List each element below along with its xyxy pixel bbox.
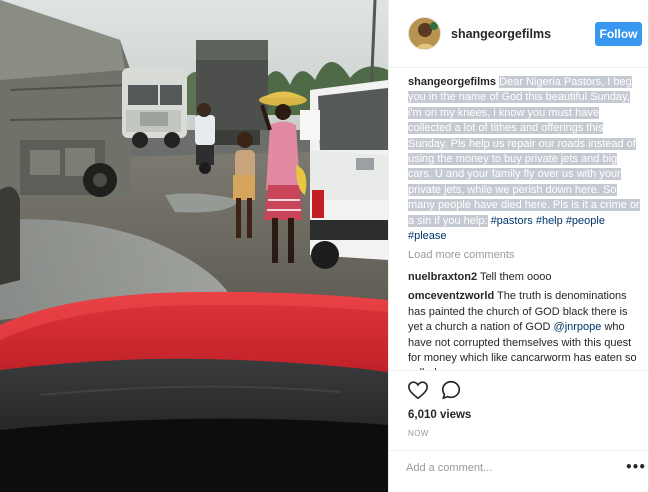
add-comment-section: ••• xyxy=(389,450,649,484)
comment: omceventzworld The truth is denomination… xyxy=(408,289,640,370)
post-header: shangeorgefilms Follow xyxy=(389,0,649,68)
mention-link[interactable]: @jnrpope xyxy=(554,321,602,333)
post-timestamp[interactable]: NOW xyxy=(408,429,429,438)
hashtag-please[interactable]: #please xyxy=(408,230,447,242)
ellipsis-icon: ••• xyxy=(625,460,646,474)
hashtag-pastors[interactable]: #pastors xyxy=(491,215,533,227)
comment: nuelbraxton2 Tell them oooo xyxy=(408,270,640,285)
like-button[interactable] xyxy=(406,379,430,403)
post-side-panel: shangeorgefilms Follow shangeorgefilms D… xyxy=(388,0,649,492)
heart-icon xyxy=(408,381,428,400)
more-options-button[interactable]: ••• xyxy=(625,459,646,475)
post-photo[interactable] xyxy=(0,0,388,492)
comment-input[interactable] xyxy=(406,459,606,477)
comment-username[interactable]: nuelbraxton2 xyxy=(408,271,477,283)
comment-username[interactable]: omceventzworld xyxy=(408,290,494,302)
caption-username[interactable]: shangeorgefilms xyxy=(408,76,496,88)
road-scene-image xyxy=(0,0,388,492)
caption-text: Dear Nigeria Pastors, I beg you in the n… xyxy=(408,76,640,227)
comment-text: Tell them oooo xyxy=(479,270,552,283)
post-caption: shangeorgefilms Dear Nigeria Pastors, I … xyxy=(408,75,640,244)
load-more-comments-link[interactable]: Load more comments xyxy=(408,248,640,263)
hashtag-help[interactable]: #help xyxy=(536,215,563,227)
follow-button[interactable]: Follow xyxy=(595,22,642,46)
comments-list: shangeorgefilms Dear Nigeria Pastors, I … xyxy=(408,75,640,370)
post-actions: 6,010 views NOW xyxy=(389,370,649,445)
comment-button[interactable] xyxy=(439,379,463,403)
header-username[interactable]: shangeorgefilms xyxy=(451,27,551,41)
speech-bubble-icon xyxy=(441,380,461,400)
avatar-image xyxy=(409,18,440,49)
avatar[interactable] xyxy=(408,17,441,50)
hashtag-people[interactable]: #people xyxy=(566,215,605,227)
view-count: 6,010 views xyxy=(408,409,472,421)
